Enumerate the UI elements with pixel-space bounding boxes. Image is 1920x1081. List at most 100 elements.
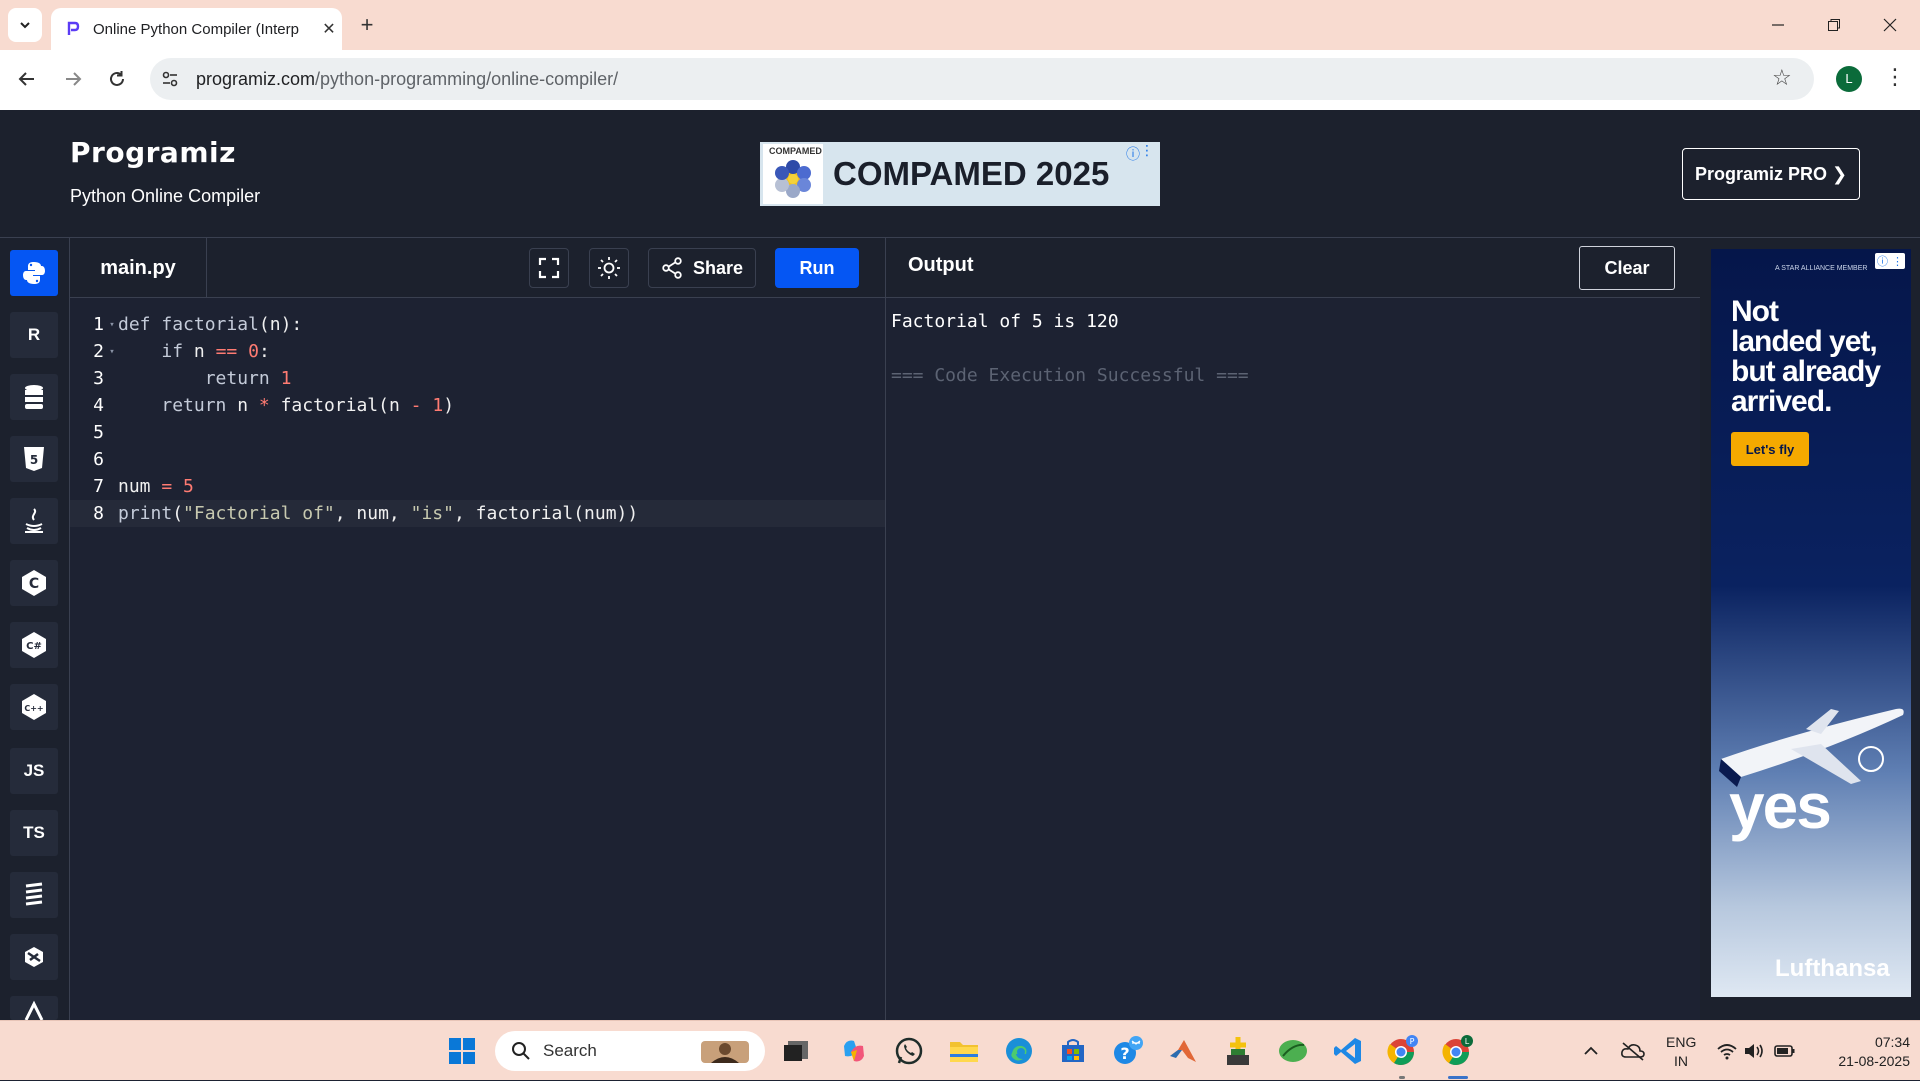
start-button[interactable] xyxy=(444,1033,480,1069)
app-plus-icon[interactable] xyxy=(1220,1033,1256,1069)
restore-button[interactable] xyxy=(1806,0,1862,50)
chrome-profile-p-icon[interactable]: P xyxy=(1385,1033,1421,1069)
programiz-logo[interactable]: Programiz xyxy=(70,136,236,169)
sidebar-item-java[interactable] xyxy=(10,498,58,544)
close-tab-icon[interactable]: ✕ xyxy=(316,19,342,39)
code-line-current: 8 print("Factorial of", num, "is", facto… xyxy=(70,500,885,527)
url-host: programiz.com xyxy=(196,68,316,89)
chevron-down-icon xyxy=(20,22,30,29)
fold-arrow-icon[interactable]: ▾ xyxy=(106,320,118,330)
site-header: Programiz Python Online Compiler COMPAME… xyxy=(0,108,1920,238)
svg-text:C++: C++ xyxy=(24,704,43,713)
leaf-app-icon[interactable] xyxy=(1275,1033,1311,1069)
share-label: Share xyxy=(692,257,744,278)
browser-tab[interactable]: Online Python Compiler (Interp ✕ xyxy=(51,8,342,50)
sidebar-item-swift[interactable] xyxy=(10,934,58,980)
reload-button[interactable] xyxy=(100,62,134,96)
clock-date: 21-08-2025 xyxy=(1838,1053,1910,1069)
edge-icon[interactable] xyxy=(1001,1033,1037,1069)
java-icon xyxy=(25,508,43,533)
onedrive-offline-icon[interactable] xyxy=(1620,1021,1646,1081)
side-ad-container: A STAR ALLIANCE MEMBER ⓘ ⋮ Not landed yet… xyxy=(1700,238,1920,1020)
volume-icon[interactable] xyxy=(1743,1021,1765,1081)
line-number: 5 xyxy=(93,422,104,443)
sidebar-item-python[interactable] xyxy=(10,250,58,296)
chrome-profile-l-icon[interactable]: L xyxy=(1440,1033,1476,1069)
vscode-icon[interactable] xyxy=(1330,1033,1366,1069)
cpp-icon: C++ xyxy=(22,694,46,720)
close-icon xyxy=(1883,18,1897,32)
language-indicator[interactable]: ENG IN xyxy=(1666,1033,1696,1071)
bookmark-star-icon[interactable]: ☆ xyxy=(1772,65,1792,91)
task-view-icon[interactable] xyxy=(778,1033,814,1069)
tab-search-button[interactable] xyxy=(8,8,42,42)
flower-logo-icon xyxy=(775,160,811,198)
tab-title: Online Python Compiler (Interp xyxy=(93,20,299,38)
sidebar-item-cpp[interactable]: C++ xyxy=(10,684,58,730)
forward-button[interactable] xyxy=(56,62,90,96)
microsoft-store-icon[interactable] xyxy=(1055,1033,1091,1069)
fold-arrow-icon[interactable]: ▾ xyxy=(106,347,118,357)
ad-cta-button[interactable]: Let's fly xyxy=(1731,432,1809,466)
sidebar-item-js[interactable]: JS xyxy=(10,748,58,794)
battery-icon[interactable] xyxy=(1774,1021,1796,1081)
new-tab-button[interactable]: + xyxy=(352,10,382,40)
clear-button[interactable]: Clear xyxy=(1579,246,1675,290)
share-button[interactable]: Share xyxy=(648,248,756,288)
address-bar[interactable]: programiz.com/python-programming/online-… xyxy=(150,58,1814,100)
matlab-icon[interactable] xyxy=(1165,1033,1201,1069)
active-app-indicator xyxy=(1448,1076,1468,1079)
whatsapp-icon[interactable] xyxy=(891,1033,927,1069)
run-button[interactable]: Run xyxy=(775,248,859,288)
code-text: return 1 xyxy=(204,368,292,389)
sidebar-item-html[interactable]: 5 xyxy=(10,436,58,482)
back-button[interactable] xyxy=(10,62,44,96)
line-number: 6 xyxy=(93,449,104,470)
csharp-icon: C# xyxy=(22,632,46,658)
rust-icon xyxy=(24,1000,44,1020)
close-window-button[interactable] xyxy=(1862,0,1918,50)
browser-menu-icon[interactable]: ⋮ xyxy=(1884,64,1906,90)
taskbar-search[interactable]: Search xyxy=(495,1031,765,1071)
sidebar-item-ts[interactable]: TS xyxy=(10,810,58,856)
browser-tab-bar: Online Python Compiler (Interp ✕ + xyxy=(0,0,1920,50)
get-help-icon[interactable]: ? xyxy=(1110,1033,1146,1069)
sidebar-item-r[interactable]: R xyxy=(10,312,58,358)
ad-options-icon[interactable]: ⋮ xyxy=(1140,142,1154,159)
share-icon xyxy=(662,257,682,279)
code-text: print("Factorial of", num, "is", factori… xyxy=(118,503,639,524)
profile-avatar[interactable]: L xyxy=(1836,66,1862,92)
ad-yes-text: yes xyxy=(1729,770,1832,842)
code-text: if n == 0: xyxy=(161,341,270,362)
line-number: 1 xyxy=(93,314,104,335)
taskbar-clock[interactable]: 07:34 21-08-2025 xyxy=(1810,1033,1910,1071)
lufthansa-ad[interactable]: A STAR ALLIANCE MEMBER ⓘ ⋮ Not landed yet… xyxy=(1711,249,1911,997)
tray-overflow-icon[interactable] xyxy=(1582,1021,1600,1081)
minimize-button[interactable] xyxy=(1750,0,1806,50)
sidebar-item-rust[interactable] xyxy=(10,996,58,1020)
top-ad-banner[interactable]: COMPAMED COMPAMED 2025 ⓘ ⋮ xyxy=(760,142,1160,206)
ad-small-label: COMPAMED xyxy=(769,146,822,156)
site-info-icon[interactable] xyxy=(160,69,180,89)
compamed-logo: COMPAMED xyxy=(763,144,823,204)
copilot-icon[interactable] xyxy=(836,1033,872,1069)
file-tab-main[interactable]: main.py xyxy=(70,238,207,298)
fullscreen-button[interactable] xyxy=(529,248,569,288)
sidebar-item-sql[interactable] xyxy=(10,374,58,420)
sidebar-item-csharp[interactable]: C# xyxy=(10,622,58,668)
line-number: 7 xyxy=(93,476,104,497)
sidebar-item-go[interactable] xyxy=(10,872,58,918)
theme-toggle-button[interactable] xyxy=(589,248,629,288)
code-editor[interactable]: 1 ▾ def factorial(n): 2 ▾ if n == 0: 3 ret… xyxy=(70,298,885,1020)
file-explorer-icon[interactable] xyxy=(946,1033,982,1069)
svg-text:P: P xyxy=(1410,1037,1415,1046)
reload-icon xyxy=(110,71,124,86)
wifi-icon[interactable] xyxy=(1716,1021,1738,1081)
code-text: return n * factorial(n - 1) xyxy=(161,395,455,416)
programiz-pro-button[interactable]: Programiz PRO ❯ xyxy=(1682,148,1860,200)
ad-info-icon[interactable]: ⓘ ⋮ xyxy=(1875,253,1905,269)
clock-time: 07:34 xyxy=(1874,1034,1910,1050)
ad-info-icon[interactable]: ⓘ xyxy=(1126,144,1140,164)
sidebar-item-c[interactable]: C xyxy=(10,560,58,606)
ad-headline: Not landed yet, but already arrived. xyxy=(1731,297,1881,417)
